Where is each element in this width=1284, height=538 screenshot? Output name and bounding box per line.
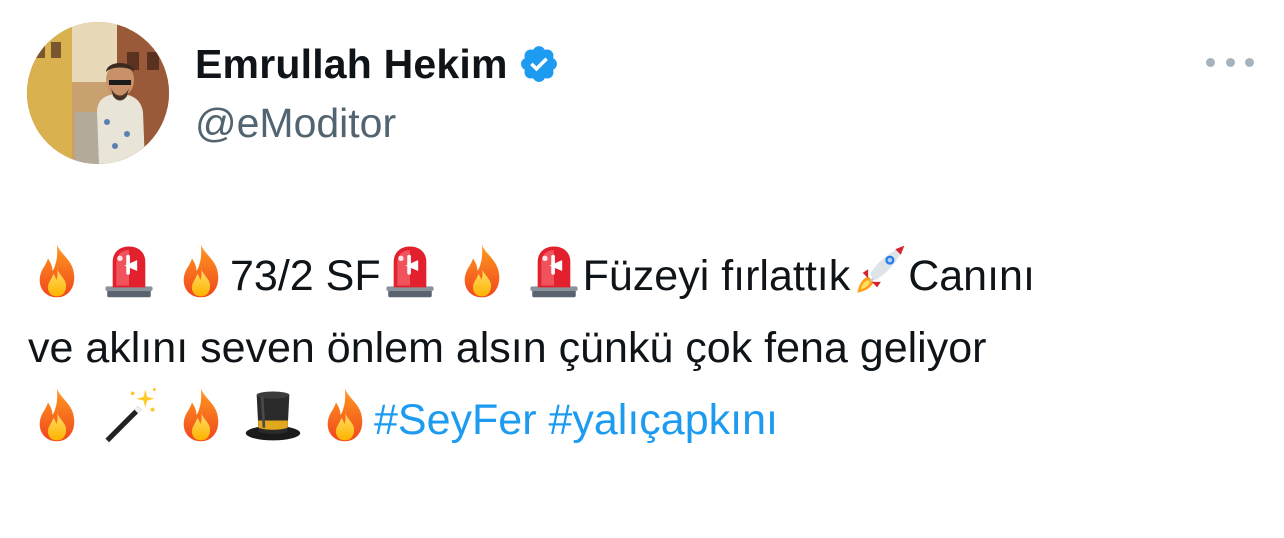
tweet-card: Emrullah Hekim @eModitor 73/2 SF Füzeyi f… [0, 0, 1284, 538]
more-dot [1206, 57, 1215, 67]
police-light-emoji-icon [100, 242, 158, 300]
hashtag-link[interactable]: #yalıçapkını [548, 396, 777, 444]
more-dot [1225, 57, 1235, 67]
more-dot [1245, 57, 1254, 67]
fire-emoji-icon [28, 386, 86, 444]
tweet-text-segment: Canını [908, 252, 1035, 300]
tweet-text: 73/2 SF Füzeyi fırlattık Canını ve aklını … [28, 240, 1238, 456]
avatar[interactable] [27, 22, 169, 164]
author-handle[interactable]: @eModitor [195, 100, 396, 147]
fire-emoji-icon [453, 242, 511, 300]
display-name[interactable]: Emrullah Hekim [195, 41, 508, 88]
verified-badge-icon [518, 43, 560, 85]
tweet-text-segment: ve aklını seven önlem alsın çünkü çok fe… [28, 324, 987, 372]
rocket-emoji-icon [850, 242, 908, 300]
tweet-line-1: 73/2 SF Füzeyi fırlattık Canını [28, 240, 1238, 312]
fire-emoji-icon [172, 242, 230, 300]
police-light-emoji-icon [525, 242, 583, 300]
more-options-icon[interactable] [1206, 50, 1254, 74]
magic-wand-emoji-icon [100, 386, 158, 444]
tweet-line-3: #SeyFer #yalıçapkını [28, 384, 1238, 456]
fire-emoji-icon [316, 386, 374, 444]
author-name-row: Emrullah Hekim [195, 38, 560, 90]
top-hat-emoji-icon [244, 386, 302, 444]
tweet-text-segment: 73/2 SF [230, 252, 381, 300]
hashtag-link[interactable]: #SeyFer [374, 396, 537, 444]
tweet-line-2: ve aklını seven önlem alsın çünkü çok fe… [28, 312, 1238, 384]
fire-emoji-icon [172, 386, 230, 444]
police-light-emoji-icon [381, 242, 439, 300]
fire-emoji-icon [28, 242, 86, 300]
tweet-text-segment: Füzeyi fırlattık [582, 252, 851, 300]
